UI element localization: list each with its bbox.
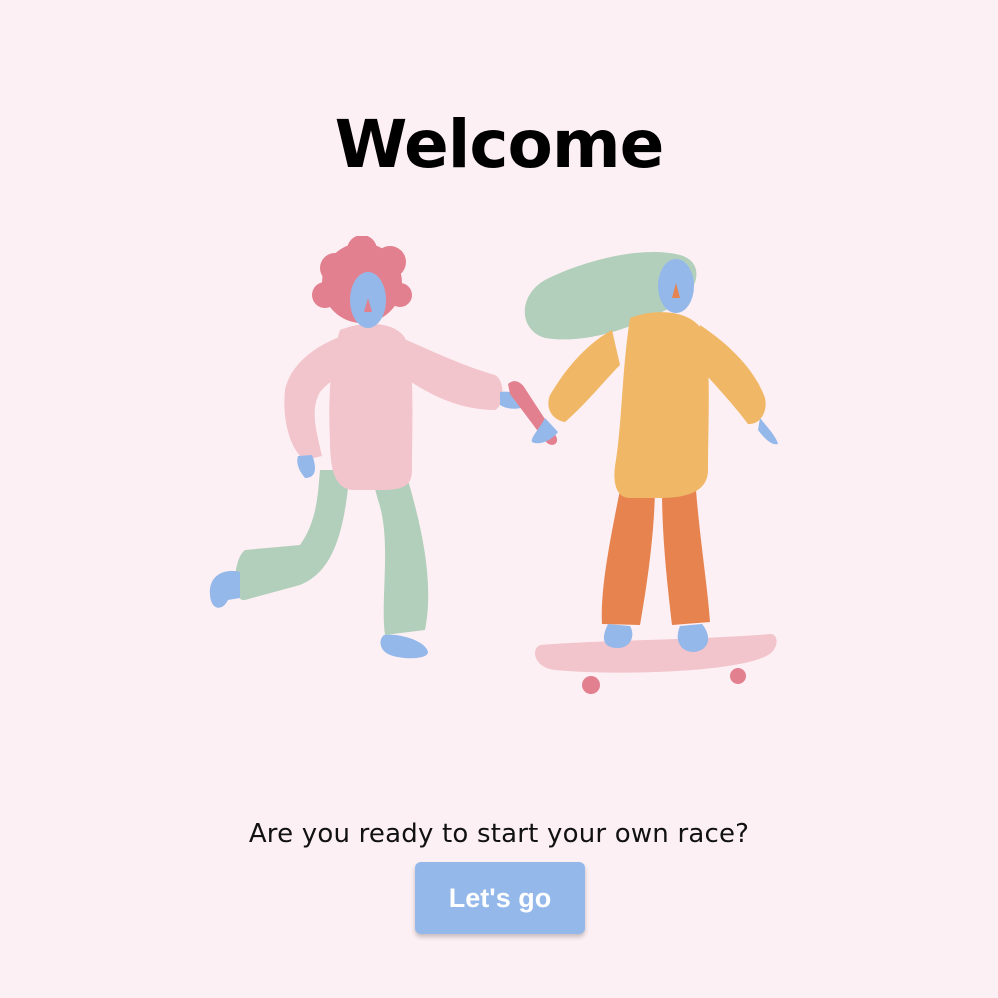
page-title: Welcome (334, 106, 665, 184)
welcome-screen: Welcome Are you ready to start your own … (0, 0, 998, 998)
skaters-illustration (209, 236, 778, 694)
running-person-figure (209, 236, 528, 659)
welcome-question: Are you ready to start your own race? (248, 819, 750, 849)
lets-go-button[interactable]: Let's go (415, 862, 585, 934)
skating-person-figure (524, 252, 778, 694)
